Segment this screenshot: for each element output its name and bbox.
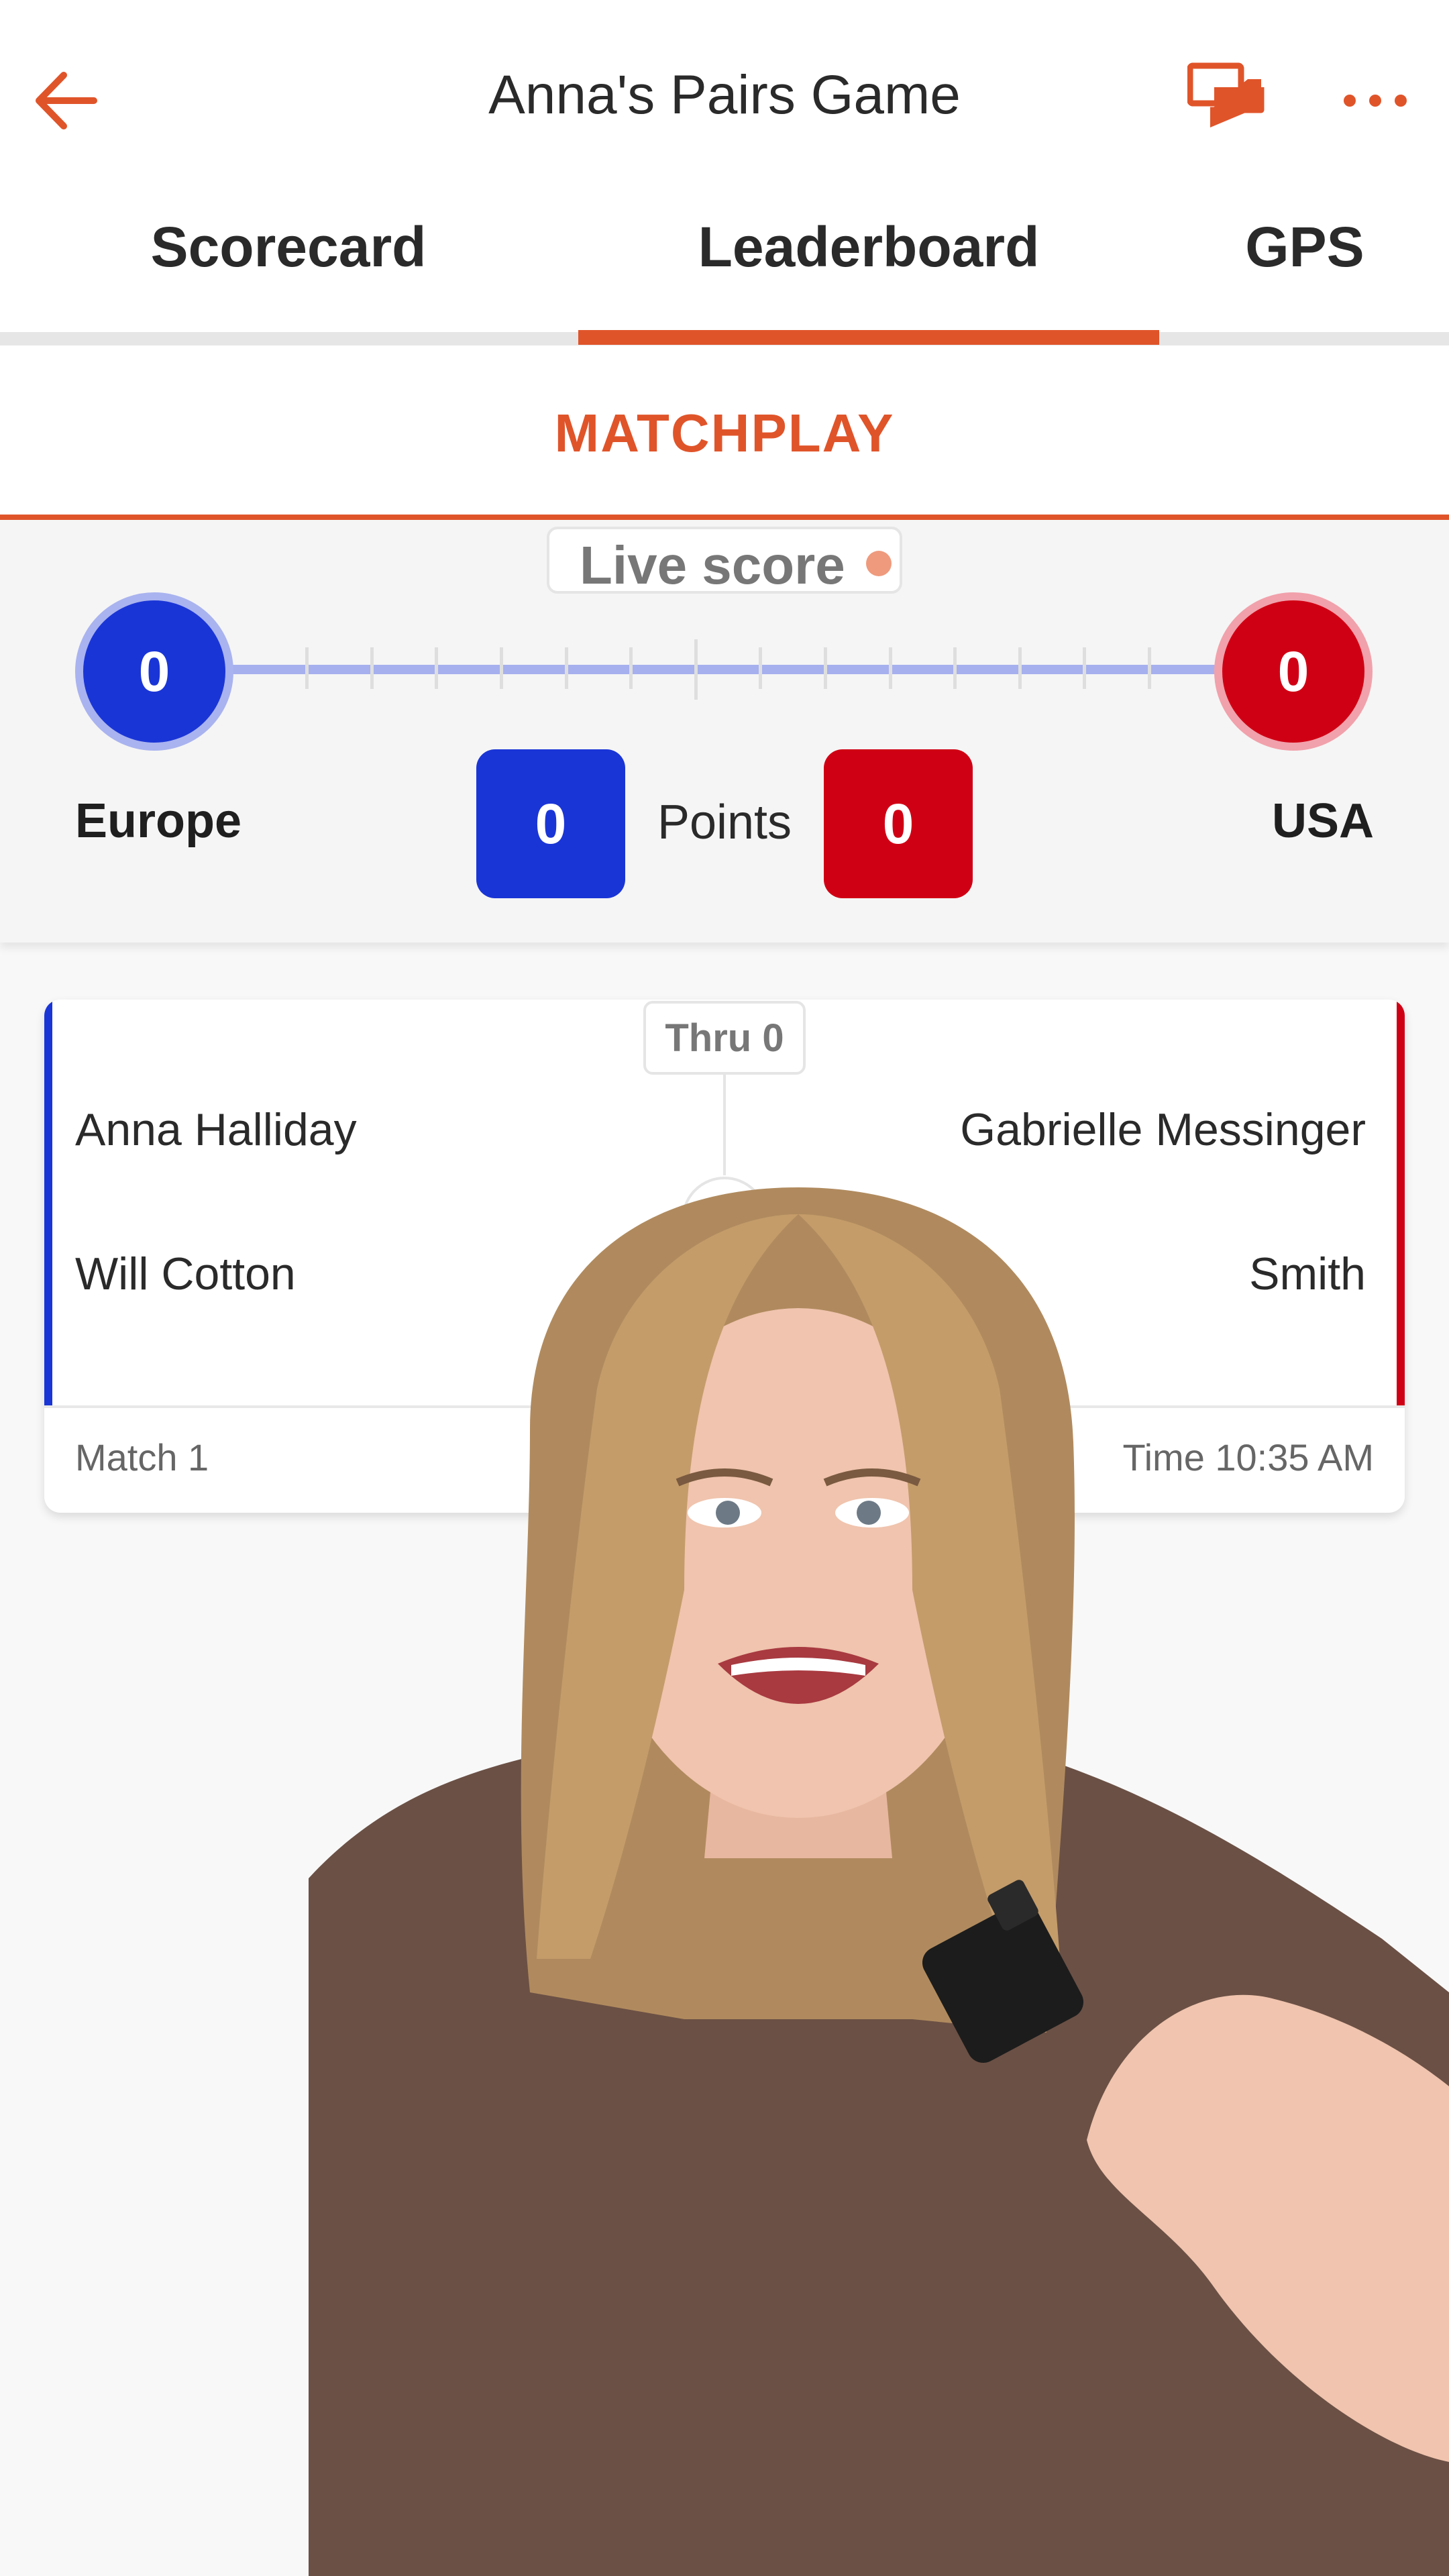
vs-connector: [723, 1075, 726, 1175]
app-header: Anna's Pairs Game: [0, 0, 1449, 201]
hole-tick: [953, 647, 957, 689]
presenter-overlay-image: [309, 1187, 1449, 2576]
hole-tick: [1018, 647, 1022, 689]
mode-label: MATCHPLAY: [554, 403, 895, 463]
score-panel: Live score 0 0 Europe USA 0 Points 0: [0, 520, 1449, 943]
tab-leaderboard[interactable]: Leaderboard: [578, 215, 1159, 280]
team-left-name: Europe: [75, 794, 242, 848]
hole-tick: [565, 647, 568, 689]
tab-bar: Scorecard Leaderboard GPS: [0, 201, 1449, 345]
chat-icon[interactable]: [1187, 60, 1268, 141]
hole-tick: [1083, 647, 1086, 689]
hole-tick: [435, 647, 438, 689]
hole-tick-center: [694, 639, 698, 700]
live-indicator-dot: [866, 551, 892, 576]
player-right-1: Gabrielle Messinger: [960, 1104, 1366, 1155]
live-score-badge: Live score: [547, 527, 902, 595]
player-left-2: Will Cotton: [75, 1248, 296, 1299]
usa-score-circle: 0: [1214, 592, 1373, 751]
tab-scorecard[interactable]: Scorecard: [0, 215, 577, 280]
hole-tick: [759, 647, 762, 689]
active-tab-indicator: [578, 330, 1159, 345]
hole-tick: [370, 647, 374, 689]
europe-side-bar: [44, 1000, 52, 1405]
usa-points: 0: [824, 749, 973, 898]
thru-badge: Thru 0: [643, 1001, 806, 1075]
hole-tick: [1148, 647, 1151, 689]
more-options-icon[interactable]: [1335, 74, 1415, 127]
points-label: Points: [657, 796, 792, 849]
match-number: Match 1: [75, 1436, 209, 1479]
mode-header: MATCHPLAY: [0, 345, 1449, 520]
live-score-label: Live score: [580, 535, 845, 595]
tab-gps[interactable]: GPS: [1161, 215, 1449, 280]
hole-tick: [824, 647, 827, 689]
europe-score-circle: 0: [75, 592, 233, 751]
player-left-1: Anna Halliday: [75, 1104, 357, 1155]
europe-points: 0: [476, 749, 625, 898]
hole-tick: [889, 647, 892, 689]
team-right-name: USA: [1271, 794, 1374, 848]
hole-tick: [500, 647, 503, 689]
hole-tick: [629, 647, 633, 689]
hole-tick: [305, 647, 309, 689]
match-progress-track: [228, 665, 1221, 674]
